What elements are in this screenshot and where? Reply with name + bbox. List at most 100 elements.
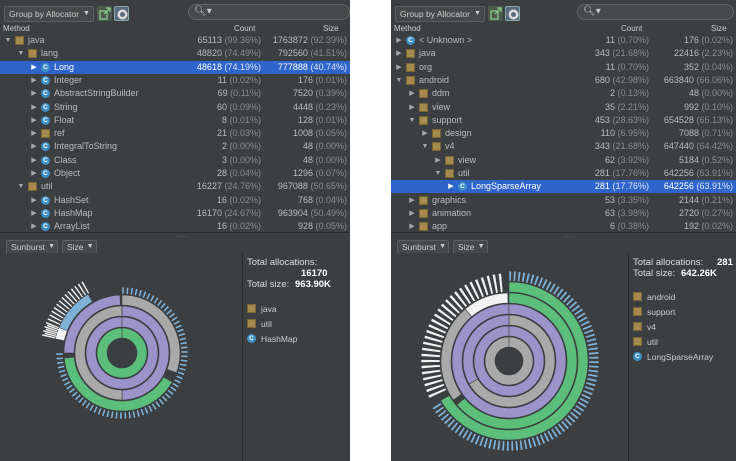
tree-row[interactable]: ▶ LongSparseArray 281 (17.76%) 642256 (63.9… xyxy=(391,180,736,194)
sunburst-segment[interactable] xyxy=(178,336,187,342)
expand-down-icon[interactable]: ▼ xyxy=(17,180,25,193)
sunburst-segment[interactable] xyxy=(147,404,154,413)
sunburst-segment[interactable] xyxy=(586,341,598,347)
sunburst-segment[interactable] xyxy=(512,270,517,282)
sunburst-segment[interactable] xyxy=(172,319,181,326)
sunburst-segment[interactable] xyxy=(521,271,526,283)
tree-row[interactable]: ▶ String 60 (0.09%) 4448 (0.23%) xyxy=(0,101,350,114)
sunburst-segment[interactable] xyxy=(420,353,441,358)
column-method[interactable]: Method xyxy=(394,24,421,34)
sunburst-segment[interactable] xyxy=(588,364,600,369)
tree-row[interactable]: ▶ ref 21 (0.03%) 1008 (0.05%) xyxy=(0,127,350,140)
expand-right-icon[interactable]: ▶ xyxy=(395,47,403,60)
sunburst-segment[interactable] xyxy=(88,403,95,412)
sunburst-segment[interactable] xyxy=(105,409,111,418)
tree-row[interactable]: ▶ view 62 (3.92%) 5184 (0.52%) xyxy=(391,154,736,167)
sunburst-segment[interactable] xyxy=(179,341,188,346)
sunburst-graphic[interactable] xyxy=(0,253,242,461)
tree-row[interactable]: ▶ AbstractStringBuilder 69 (0.11%) 7520 (0.… xyxy=(0,87,350,100)
export-button[interactable] xyxy=(488,6,503,21)
tree-row[interactable]: ▼ java 65113 (99.36%) 1763872 (92.39%) xyxy=(0,34,350,47)
sunburst-segment[interactable] xyxy=(59,372,68,379)
sunburst-segment[interactable] xyxy=(484,336,534,386)
expand-right-icon[interactable]: ▶ xyxy=(30,167,38,180)
sunburst-segment[interactable] xyxy=(421,346,442,353)
sunburst-segment[interactable] xyxy=(506,440,510,452)
tree-row[interactable]: ▶ java 343 (21.68%) 22416 (2.23%) xyxy=(391,47,736,60)
tree-row[interactable]: ▼ lang 48820 (74.49%) 792560 (41.51%) xyxy=(0,47,350,60)
sunburst-segment[interactable] xyxy=(501,440,506,452)
tree-row[interactable]: ▼ v4 343 (21.68%) 647440 (64.42%) xyxy=(391,140,736,153)
sunburst-segment[interactable] xyxy=(137,289,143,298)
tree-row[interactable]: ▶ < Unknown > 11 (0.70%) 176 (0.02%) xyxy=(391,34,736,47)
sunburst-segment[interactable] xyxy=(133,288,139,297)
expand-right-icon[interactable]: ▶ xyxy=(30,101,38,114)
sunburst-segment[interactable] xyxy=(525,272,531,284)
sunburst-segment[interactable] xyxy=(127,411,132,419)
tree-row[interactable]: ▼ support 453 (28.63%) 654528 (65.13%) xyxy=(391,114,736,127)
tree-row[interactable]: ▶ HashSet 16 (0.02%) 768 (0.04%) xyxy=(0,194,350,207)
tree-row[interactable]: ▶ Integer 11 (0.02%) 176 (0.01%) xyxy=(0,74,350,87)
expand-right-icon[interactable]: ▶ xyxy=(30,74,38,87)
sunburst-toggle-button[interactable] xyxy=(114,6,129,21)
sunburst-segment[interactable] xyxy=(588,360,600,364)
sunburst-segment[interactable] xyxy=(110,410,115,419)
sunburst-segment[interactable] xyxy=(514,440,519,452)
sunburst-segment[interactable] xyxy=(529,273,536,285)
sunburst-segment[interactable] xyxy=(101,408,107,417)
expand-right-icon[interactable]: ▶ xyxy=(30,207,38,220)
sunburst-segment[interactable] xyxy=(139,408,145,417)
sunburst-segment[interactable] xyxy=(587,346,599,352)
tree-row[interactable]: ▼ util 281 (17.76%) 642256 (63.91%) xyxy=(391,167,736,180)
expand-right-icon[interactable]: ▶ xyxy=(408,207,416,220)
sunburst-segment[interactable] xyxy=(96,327,148,379)
sunburst-segment[interactable] xyxy=(420,364,441,369)
sunburst-segment[interactable] xyxy=(173,378,182,385)
sunburst-segment[interactable] xyxy=(174,323,183,330)
sunburst-segment[interactable] xyxy=(121,286,125,295)
column-size[interactable]: Size xyxy=(323,24,339,34)
tree-row[interactable]: ▶ graphics 53 (3.35%) 2144 (0.21%) xyxy=(391,194,736,207)
sunburst-segment[interactable] xyxy=(55,356,64,361)
expand-right-icon[interactable]: ▶ xyxy=(30,114,38,127)
group-by-combo[interactable]: Group by Allocator ▼ xyxy=(4,6,94,22)
expand-right-icon[interactable]: ▶ xyxy=(447,180,455,193)
chart-mode-combo[interactable]: Sunburst ▼ xyxy=(397,240,450,254)
sunburst-segment[interactable] xyxy=(586,377,598,383)
sunburst-graphic[interactable] xyxy=(391,253,628,461)
expand-right-icon[interactable]: ▶ xyxy=(408,194,416,207)
sunburst-segment[interactable] xyxy=(497,273,504,293)
tree-row[interactable]: ▶ view 35 (2.21%) 992 (0.10%) xyxy=(391,101,736,114)
tree-row[interactable]: ▶ Long 48618 (74.19%) 777888 (40.74%) xyxy=(0,60,350,74)
expand-right-icon[interactable]: ▶ xyxy=(395,61,403,74)
sunburst-segment[interactable] xyxy=(492,439,497,451)
sunburst-segment[interactable] xyxy=(55,352,64,356)
sunburst-segment[interactable] xyxy=(145,292,152,301)
sunburst-segment[interactable] xyxy=(96,407,103,416)
sunburst-segment[interactable] xyxy=(129,287,134,296)
sunburst-segment[interactable] xyxy=(131,410,137,419)
tree-row[interactable]: ▶ design 110 (6.95%) 7088 (0.71%) xyxy=(391,127,736,140)
sunburst-segment[interactable] xyxy=(135,409,141,418)
chart-metric-combo[interactable]: Size ▼ xyxy=(62,240,97,254)
sunburst-toggle-button[interactable] xyxy=(505,6,520,21)
sunburst-segment[interactable] xyxy=(482,437,489,449)
export-button[interactable] xyxy=(97,6,112,21)
sunburst-segment[interactable] xyxy=(57,364,66,370)
tree-row[interactable]: ▶ Float 8 (0.01%) 128 (0.01%) xyxy=(0,114,350,127)
sunburst-segment[interactable] xyxy=(177,370,186,376)
tree-row[interactable]: ▼ util 16227 (24.76%) 967088 (50.65%) xyxy=(0,180,350,193)
sunburst-segment[interactable] xyxy=(119,411,123,420)
expand-down-icon[interactable]: ▼ xyxy=(421,140,429,153)
sunburst-segment[interactable] xyxy=(143,406,150,415)
expand-right-icon[interactable]: ▶ xyxy=(434,154,442,167)
sunburst-segment[interactable] xyxy=(177,332,186,338)
expand-right-icon[interactable]: ▶ xyxy=(30,194,38,207)
group-by-combo[interactable]: Group by Allocator ▼ xyxy=(395,6,485,22)
sunburst-segment[interactable] xyxy=(421,369,442,376)
sunburst-segment[interactable] xyxy=(141,290,148,299)
sunburst-segment[interactable] xyxy=(180,358,188,363)
tree-row[interactable]: ▶ Class 3 (0.00%) 48 (0.00%) xyxy=(0,154,350,167)
tree-row[interactable]: ▶ ddm 2 (0.13%) 48 (0.00%) xyxy=(391,87,736,100)
expand-down-icon[interactable]: ▼ xyxy=(434,167,442,180)
